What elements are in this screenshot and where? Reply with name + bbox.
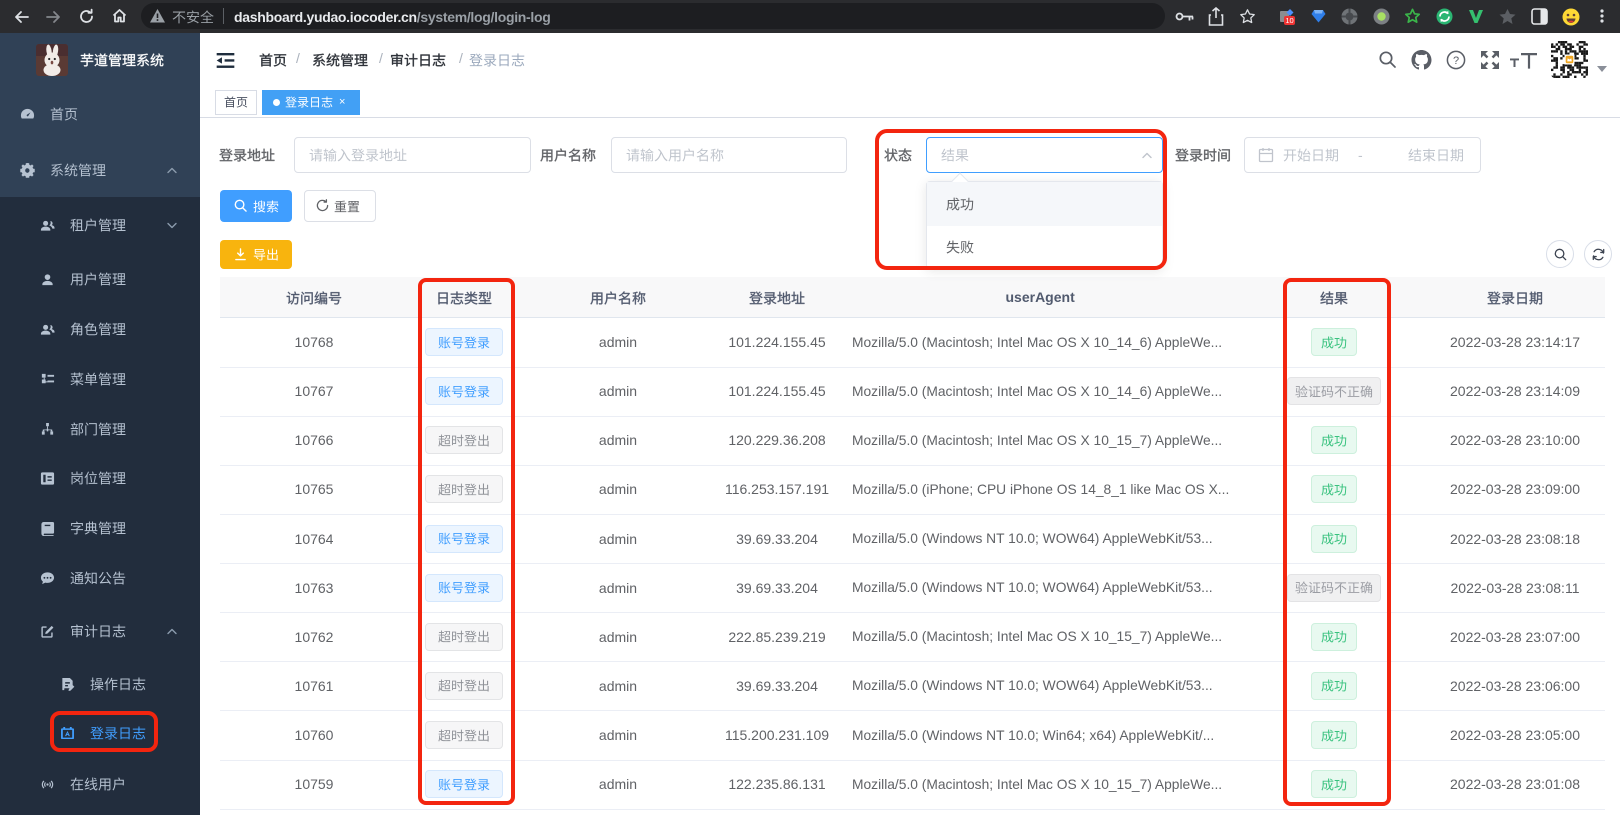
svg-text:10: 10 — [1285, 16, 1293, 25]
svg-text:?: ? — [1453, 55, 1459, 67]
